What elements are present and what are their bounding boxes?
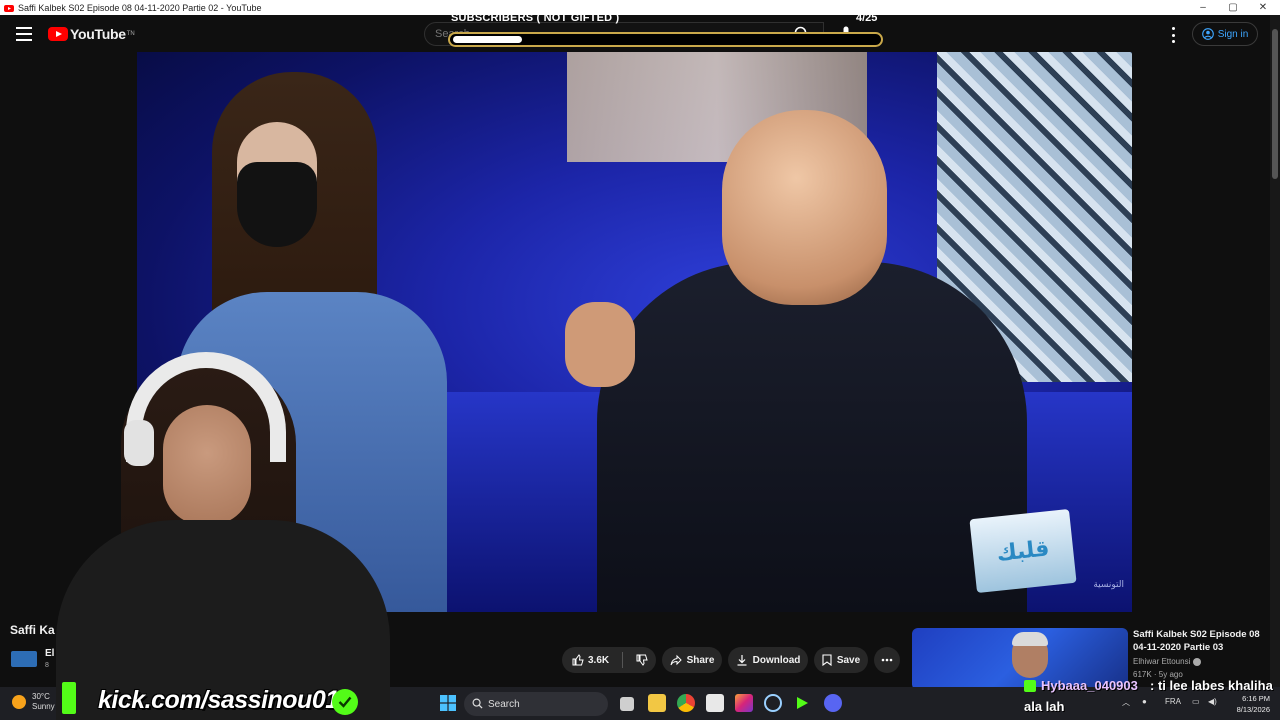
window-title: Saffi Kalbek S02 Episode 08 04-11-2020 P… (18, 2, 262, 13)
save-button[interactable]: Save (814, 647, 868, 673)
playlist-save-icon (822, 654, 832, 666)
channel-watermark: التونسية (1093, 580, 1124, 590)
store-icon[interactable] (706, 694, 724, 712)
kick-logo-icon (62, 682, 76, 714)
tray-microphone-icon[interactable]: ● (1142, 697, 1147, 706)
video-man-hand (565, 302, 635, 387)
like-dislike-group: 3.6K (562, 647, 656, 673)
file-explorer-icon[interactable] (648, 694, 666, 712)
windows-icon (440, 695, 456, 711)
channel-avatar[interactable] (11, 651, 37, 667)
clock-date: 8/13/2026 (1236, 705, 1270, 714)
chat-username: Hybaaa_040903 (1041, 678, 1138, 693)
sun-icon (12, 695, 26, 709)
chat-message: : ti lee labes khaliha (1150, 678, 1273, 693)
weather-widget[interactable]: 30°C Sunny (12, 692, 55, 712)
thumbnail-hair (1012, 632, 1048, 646)
show-logo: قلبك (969, 508, 1077, 594)
download-icon (737, 655, 747, 666)
streamer-face (163, 405, 251, 525)
subscriber-goal-progress (448, 32, 883, 47)
taskbar-search-icon (472, 698, 483, 709)
subscriber-goal-label: SUBSCRIBERS ( NOT GIFTED ) (451, 12, 620, 24)
headphone-earcup (124, 420, 154, 466)
clock-time: 6:16 PM (1242, 694, 1270, 703)
chat-badge-icon (1024, 680, 1036, 692)
video-face-mask (237, 162, 317, 247)
window-titlebar: Saffi Kalbek S02 Episode 08 04-11-2020 P… (0, 0, 1280, 15)
keyboard-language[interactable]: FRA (1165, 697, 1181, 706)
verified-icon (1192, 657, 1201, 666)
subscriber-goal-count: 4/25 (856, 12, 878, 24)
kick-channel-url: kick.com/sassinou01 (98, 686, 339, 714)
sign-in-button[interactable]: Sign in (1192, 22, 1258, 46)
verified-check-icon (332, 689, 358, 715)
weather-temp: 30°C (32, 692, 50, 701)
weather-desc: Sunny (32, 702, 55, 711)
sign-in-label: Sign in (1217, 28, 1249, 40)
page-scrollbar[interactable] (1270, 15, 1280, 687)
tray-overflow-icon[interactable]: ︿ (1122, 697, 1130, 708)
like-divider (622, 652, 624, 668)
thumbs-down-icon (636, 654, 648, 666)
chat-message-continued: ala lah (1024, 699, 1065, 714)
close-button[interactable]: ✕ (1248, 0, 1278, 15)
download-button[interactable]: Download (728, 647, 808, 673)
thumbs-up-icon (572, 654, 584, 666)
more-actions-button[interactable] (874, 647, 900, 673)
video-title: Saffi Ka (10, 623, 55, 637)
suggested-video-title[interactable]: Saffi Kalbek S02 Episode 08 04-11-2020 P… (1133, 628, 1263, 654)
youtube-logo[interactable]: YouTube TN (48, 26, 135, 42)
youtube-play-icon (48, 27, 68, 41)
subscriber-goal-fill (453, 36, 522, 43)
taskbar-clock[interactable]: 6:16 PM 8/13/2026 (1226, 693, 1270, 715)
share-button[interactable]: Share (662, 647, 722, 673)
minimize-button[interactable]: – (1188, 0, 1218, 15)
share-label: Share (686, 654, 715, 666)
menu-icon[interactable] (16, 27, 32, 41)
logo-country: TN (126, 31, 135, 37)
network-icon[interactable]: ▭ (1192, 697, 1200, 706)
share-icon (670, 654, 682, 666)
like-count: 3.6K (588, 654, 610, 666)
streaming-app-icon[interactable] (793, 694, 811, 712)
scrollbar-thumb[interactable] (1272, 29, 1278, 179)
more-horizontal-icon (881, 658, 893, 662)
chrome-icon[interactable] (677, 694, 695, 712)
start-button[interactable] (440, 695, 458, 713)
task-view-icon[interactable] (620, 697, 634, 711)
account-icon (1201, 28, 1214, 40)
show-logo-text: قلبك (995, 535, 1051, 567)
taskbar-search-label: Search (488, 698, 520, 710)
taskbar-search[interactable]: Search (464, 692, 608, 716)
streamer-webcam (56, 350, 390, 720)
play-triangle-icon (797, 697, 808, 709)
obs-icon[interactable] (764, 694, 782, 712)
discord-icon[interactable] (824, 694, 842, 712)
dislike-button[interactable] (636, 654, 648, 666)
volume-icon[interactable]: ◀) (1208, 697, 1217, 706)
channel-name[interactable]: El (45, 648, 54, 659)
channel-subscriber-count: 8 (45, 662, 49, 669)
logo-text: YouTube (70, 26, 126, 42)
video-man-head (722, 110, 887, 305)
like-button[interactable]: 3.6K (572, 654, 609, 666)
maximize-button[interactable]: ▢ (1218, 0, 1248, 15)
youtube-favicon-icon (4, 4, 14, 12)
suggested-video-channel-name: Elhiwar Ettounsi (1133, 657, 1191, 666)
video-man-body (597, 262, 1027, 612)
save-label: Save (836, 654, 861, 666)
more-options-icon[interactable] (1166, 27, 1180, 43)
suggested-video-channel[interactable]: Elhiwar Ettounsi (1133, 657, 1201, 666)
download-label: Download (752, 654, 801, 666)
instagram-icon[interactable] (735, 694, 753, 712)
